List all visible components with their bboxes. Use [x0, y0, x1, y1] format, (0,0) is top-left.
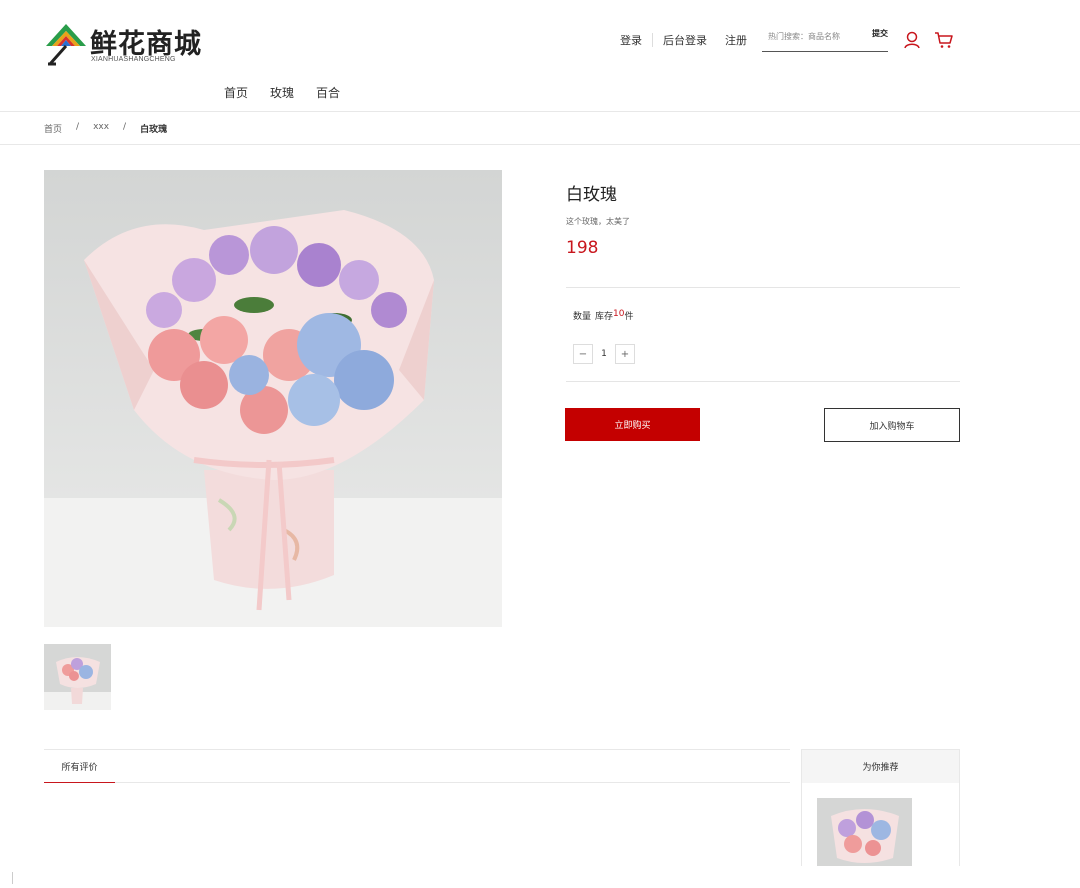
stock-prefix: 库存 — [595, 312, 614, 322]
breadcrumb-category[interactable]: xxx — [93, 122, 109, 135]
link-divider — [652, 33, 653, 47]
cart-icon[interactable] — [934, 31, 954, 49]
review-top-border — [44, 749, 790, 750]
tent-triangle-logo-icon — [46, 24, 86, 66]
breadcrumb-current: 白玫瑰 — [140, 125, 168, 135]
info-divider — [566, 287, 960, 288]
admin-login-link[interactable]: 后台登录 — [663, 32, 707, 48]
product-thumbnail[interactable] — [44, 644, 111, 710]
brand-logo[interactable]: 鲜花商城 XIANHUASHANGCHENG — [44, 20, 204, 70]
quantity-increase-button[interactable]: + — [615, 344, 635, 364]
add-to-cart-button[interactable]: 加入购物车 — [824, 408, 960, 442]
info-divider — [566, 381, 960, 382]
recommend-panel: 为你推荐 — [801, 749, 960, 866]
product-main-image[interactable] — [44, 170, 502, 627]
quantity-stepper: − + — [573, 344, 635, 364]
breadcrumb: 首页 / xxx / 白玫瑰 — [44, 122, 167, 135]
main-nav: 首页 玫瑰 百合 — [224, 84, 362, 101]
register-link[interactable]: 注册 — [725, 32, 747, 48]
user-icon[interactable] — [903, 31, 921, 49]
search-box: 提交 — [762, 26, 888, 52]
tab-all-reviews[interactable]: 所有评价 — [44, 750, 115, 783]
breadcrumb-separator: / — [76, 122, 80, 132]
quantity-text: 数量 — [573, 312, 592, 322]
buy-now-button[interactable]: 立即购买 — [565, 408, 700, 441]
quantity-label: 数量 库存 10 件 — [573, 309, 634, 322]
nav-item-home[interactable]: 首页 — [224, 84, 248, 101]
quantity-decrease-button[interactable]: − — [573, 344, 593, 364]
brand-subtitle: XIANHUASHANGCHENG — [91, 56, 176, 63]
recommend-title: 为你推荐 — [802, 750, 959, 783]
product-name: 白玫瑰 — [566, 185, 617, 205]
top-links: 登录 后台登录 注册 — [620, 32, 747, 48]
search-input[interactable] — [768, 32, 868, 41]
recommend-product-image[interactable] — [817, 798, 912, 866]
breadcrumb-home[interactable]: 首页 — [44, 122, 62, 135]
stock-suffix: 件 — [624, 312, 634, 322]
site-header: 鲜花商城 XIANHUASHANGCHENG 登录 后台登录 注册 提交 首页 … — [0, 0, 1080, 112]
nav-item-rose[interactable]: 玫瑰 — [270, 84, 294, 101]
quantity-input[interactable] — [593, 349, 615, 359]
scroll-marker — [12, 872, 13, 884]
product-price: 198 — [566, 238, 599, 258]
breadcrumb-separator: / — [123, 122, 127, 132]
nav-item-lily[interactable]: 百合 — [316, 84, 340, 101]
login-link[interactable]: 登录 — [620, 32, 642, 48]
stock-count: 10 — [613, 309, 625, 319]
product-description: 这个玫瑰，太美了 — [566, 217, 630, 226]
review-tab-line — [115, 782, 790, 783]
search-submit-button[interactable]: 提交 — [872, 28, 888, 39]
breadcrumb-divider — [0, 144, 1080, 145]
